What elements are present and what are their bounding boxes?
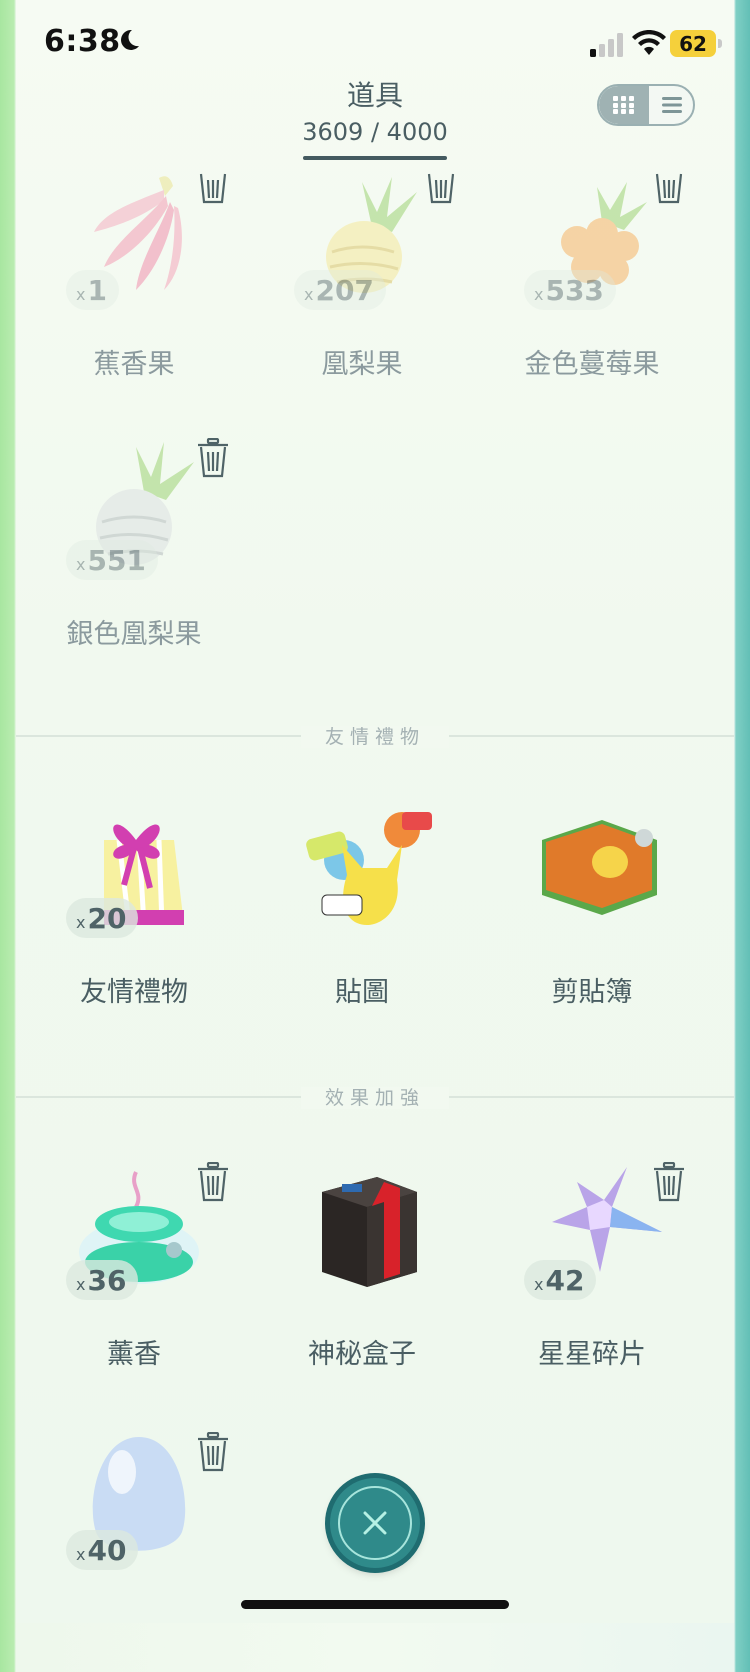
grid-view-icon[interactable] [599, 86, 649, 124]
item-mystery-box[interactable]: 神秘盒子 [252, 1162, 472, 1402]
item-stickers[interactable]: 貼圖 [252, 800, 472, 1040]
battery-level: 62 [670, 30, 716, 57]
item-pinap-berry[interactable]: x 207 凰梨果 [252, 172, 472, 412]
signal-icon [590, 33, 623, 57]
quantity-badge: x 533 [524, 270, 616, 310]
item-label: 凰梨果 [321, 349, 403, 380]
item-label: 剪貼簿 [551, 977, 633, 1008]
quantity-badge: x 20 [66, 898, 139, 938]
item-label: 銀色凰梨果 [66, 619, 202, 650]
item-label: 蕉香果 [93, 349, 175, 380]
quantity-badge: x 40 [66, 1530, 139, 1570]
trash-icon[interactable] [652, 1162, 686, 1202]
section-title-friendship: 友情禮物 [0, 722, 750, 749]
item-gift[interactable]: x 20 友情禮物 [24, 800, 244, 1040]
title-underline [303, 156, 447, 160]
battery-icon: 62 [670, 30, 722, 57]
item-silver-pinap-berry[interactable]: x 551 銀色凰梨果 [24, 442, 244, 682]
wifi-icon [632, 30, 666, 55]
item-nanab-berry[interactable]: x1 蕉香果 [24, 172, 244, 412]
trash-icon[interactable] [196, 438, 230, 478]
item-label: 神秘盒子 [308, 1339, 416, 1370]
section-title-boosts: 效果加強 [0, 1083, 750, 1110]
item-label: 貼圖 [335, 977, 389, 1008]
trash-icon[interactable] [196, 172, 230, 204]
close-button[interactable] [330, 1478, 420, 1568]
quantity-badge: x1 [66, 270, 119, 310]
mystery-box-icon [322, 1177, 417, 1287]
quantity-badge: x 207 [294, 270, 386, 310]
view-toggle[interactable] [597, 84, 695, 126]
scrapbook-icon [542, 820, 657, 915]
moon-icon [121, 29, 139, 50]
status-time: 6:38 [44, 24, 121, 59]
list-view-icon[interactable] [649, 86, 693, 124]
item-label: 薰香 [107, 1339, 161, 1370]
item-golden-razz-berry[interactable]: x 533 金色蔓莓果 [482, 172, 702, 412]
item-label: 星星碎片 [538, 1339, 646, 1370]
trash-icon[interactable] [424, 172, 458, 204]
trash-icon[interactable] [196, 1432, 230, 1472]
item-scrapbook[interactable]: 剪貼簿 [482, 800, 702, 1040]
close-icon [363, 1511, 387, 1535]
trash-icon[interactable] [652, 172, 686, 204]
trash-icon[interactable] [196, 1162, 230, 1202]
item-label: 金色蔓莓果 [524, 349, 660, 380]
stickers-icon [306, 812, 432, 925]
item-label: 友情禮物 [80, 977, 188, 1008]
quantity-badge: x 551 [66, 540, 158, 580]
quantity-badge: x 36 [66, 1260, 139, 1300]
quantity-badge: x 42 [524, 1260, 597, 1300]
home-indicator[interactable] [241, 1600, 509, 1609]
